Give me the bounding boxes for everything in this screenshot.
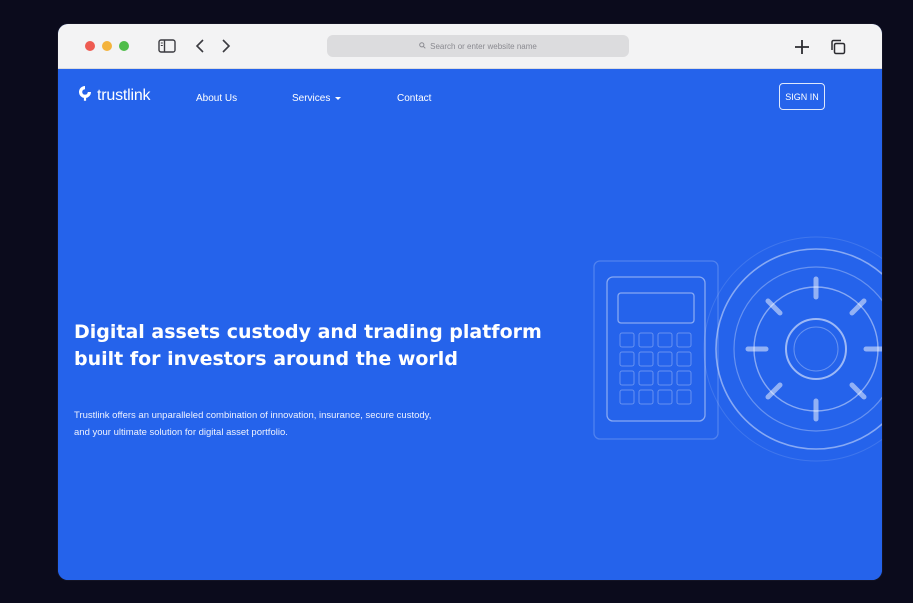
search-icon — [419, 41, 426, 51]
maximize-window-button[interactable] — [119, 41, 129, 51]
logo-text: trustlink — [97, 86, 151, 104]
trustlink-logo[interactable]: trustlink — [77, 84, 151, 107]
vault-illustration — [588, 219, 882, 479]
hero-subtitle-line-1: Trustlink offers an unparalleled combina… — [74, 410, 432, 421]
caret-down-icon — [335, 97, 342, 100]
vault-dial-icon — [703, 236, 882, 462]
plus-icon[interactable] — [792, 37, 812, 57]
address-placeholder: Search or enter website name — [430, 41, 537, 51]
minimize-window-button[interactable] — [102, 41, 112, 51]
nav-about-us[interactable]: About Us — [196, 93, 237, 104]
address-bar[interactable]: Search or enter website name — [327, 35, 629, 57]
browser-window: Search or enter website name trustlink A… — [58, 24, 882, 580]
sign-in-button[interactable]: SIGN IN — [779, 83, 825, 110]
landing-page: trustlink About Us Services Contact SIGN… — [58, 69, 882, 580]
hero-subtitle-line-2: and your ultimate solution for digital a… — [74, 427, 288, 438]
hero-title-line-1: Digital assets custody and trading platf… — [74, 321, 542, 343]
chevron-left-icon[interactable] — [190, 36, 210, 56]
chevron-right-icon[interactable] — [216, 36, 236, 56]
calculator-icon — [593, 260, 719, 440]
tabs-icon[interactable] — [828, 37, 848, 57]
sidebar-icon[interactable] — [157, 36, 177, 56]
close-window-button[interactable] — [85, 41, 95, 51]
browser-titlebar: Search or enter website name — [58, 24, 882, 69]
hero-title-line-2: built for investors around the world — [74, 348, 458, 370]
hero-title: Digital assets custody and trading platf… — [74, 319, 544, 373]
hero-subtitle: Trustlink offers an unparalleled combina… — [74, 407, 514, 441]
nav-contact[interactable]: Contact — [397, 93, 431, 104]
nav-services[interactable]: Services — [292, 93, 342, 104]
trustlink-logo-icon — [77, 84, 93, 107]
nav-services-label: Services — [292, 93, 331, 104]
